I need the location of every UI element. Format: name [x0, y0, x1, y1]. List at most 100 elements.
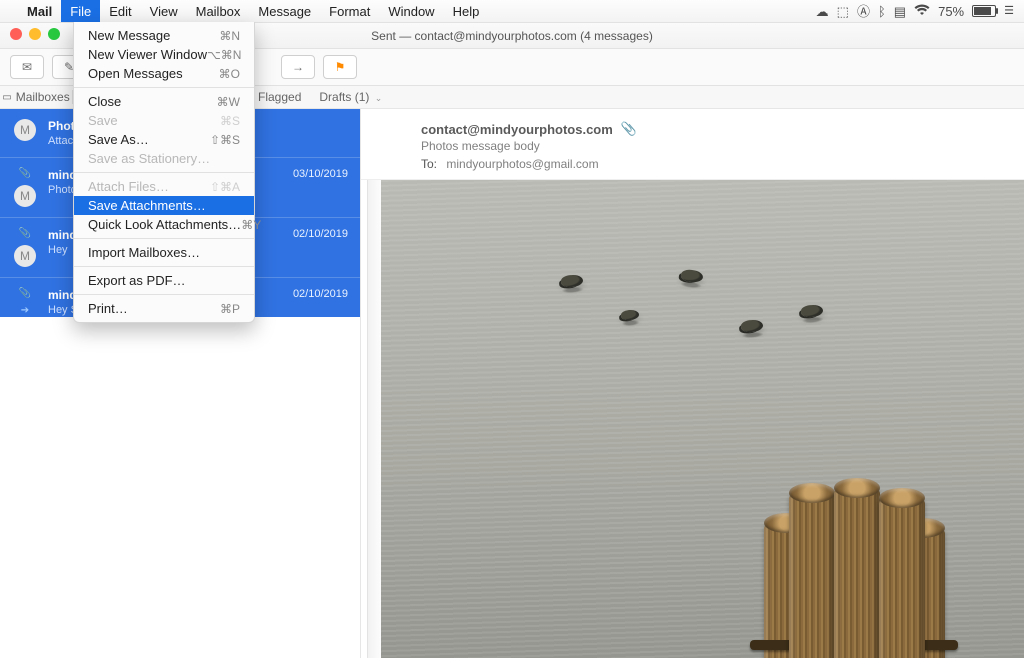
menu-item-label: Quick Look Attachments…	[88, 217, 241, 232]
apple-menu-icon[interactable]	[0, 0, 18, 22]
filter-flagged[interactable]: Flagged	[258, 90, 301, 104]
menu-item-label: Save Attachments…	[88, 198, 206, 213]
creative-cloud-icon[interactable]: Ⓐ	[857, 5, 870, 18]
menu-separator	[74, 266, 254, 267]
window-minimize-button[interactable]	[29, 28, 41, 40]
image-pilings	[754, 468, 954, 658]
menubar-item-help[interactable]: Help	[444, 0, 489, 22]
message-date: 03/10/2019	[278, 168, 348, 207]
attachment-icon: 📎	[19, 228, 31, 239]
menubar-left: Mail File Edit View Mailbox Message Form…	[0, 0, 488, 22]
menu-item-shortcut: ⌘Y	[241, 218, 261, 232]
image-duck	[561, 274, 584, 288]
menu-item-shortcut: ⌘N	[219, 29, 240, 43]
menubar-item-mailbox[interactable]: Mailbox	[187, 0, 250, 22]
image-duck	[801, 304, 824, 318]
menu-item-import-mailboxes[interactable]: Import Mailboxes…	[74, 243, 254, 262]
message-list-empty-area	[0, 317, 360, 658]
macos-menubar: Mail File Edit View Mailbox Message Form…	[0, 0, 1024, 23]
menu-separator	[74, 238, 254, 239]
wifi-icon[interactable]	[914, 4, 930, 18]
menu-item-label: Save As…	[88, 132, 149, 147]
menu-item-label: Save as Stationery…	[88, 151, 210, 166]
mailboxes-label: Mailboxes	[16, 90, 70, 104]
mailboxes-button[interactable]: ▭ Mailboxes	[0, 90, 73, 104]
menu-separator	[74, 172, 254, 173]
dropbox-icon[interactable]: ⬚	[837, 5, 849, 18]
menu-separator	[74, 294, 254, 295]
reader-from: contact@mindyourphotos.com	[421, 122, 613, 137]
menu-item-label: Attach Files…	[88, 179, 169, 194]
avatar: M	[14, 185, 36, 207]
displays-icon[interactable]: ▤	[894, 5, 906, 18]
menu-item-shortcut: ⌘O	[219, 67, 240, 81]
menu-item-shortcut: ⌘S	[220, 114, 240, 128]
avatar: M	[14, 119, 36, 141]
chevron-down-icon: ⌄	[375, 93, 383, 103]
menubar-item-window[interactable]: Window	[379, 0, 443, 22]
menu-item-label: New Viewer Window	[88, 47, 207, 62]
battery-icon[interactable]	[972, 5, 996, 17]
menu-item-label: Print…	[88, 301, 128, 316]
message-reader: contact@mindyourphotos.com 📎 Photos mess…	[360, 109, 1024, 658]
reader-to: mindyourphotos@gmail.com	[446, 157, 598, 171]
forward-button[interactable]: →	[281, 55, 315, 79]
image-duck	[621, 309, 640, 321]
menu-item-save-as-stationery: Save as Stationery…	[74, 149, 254, 168]
menu-item-new-viewer-window[interactable]: New Viewer Window⌥⌘N	[74, 45, 254, 64]
cloud-icon[interactable]: ☁	[816, 5, 829, 18]
menubar-item-message[interactable]: Message	[249, 0, 320, 22]
menu-item-label: Close	[88, 94, 121, 109]
menu-item-new-message[interactable]: New Message ⌘N	[74, 26, 254, 45]
message-row-indicators: 📎M	[12, 228, 38, 267]
attachment-icon: 📎	[621, 121, 637, 137]
menu-item-save-as[interactable]: Save As… ⇧⌘S	[74, 130, 254, 149]
reader-to-label: To:	[421, 157, 437, 171]
menubar-item-mail[interactable]: Mail	[18, 0, 61, 22]
reply-indicator-icon: ➔	[21, 305, 29, 316]
reader-header: contact@mindyourphotos.com 📎 Photos mess…	[361, 109, 1024, 180]
file-menu-dropdown: New Message⌘NNew Viewer Window⌥⌘NOpen Me…	[73, 22, 255, 323]
image-duck	[680, 269, 703, 283]
menubar-item-view[interactable]: View	[141, 0, 187, 22]
window-zoom-button[interactable]	[48, 28, 60, 40]
message-date: 02/10/2019	[278, 228, 348, 267]
inbox-button[interactable]: ✉	[10, 55, 44, 79]
menu-separator	[74, 87, 254, 88]
message-row-indicators: 📎M	[12, 168, 38, 207]
menubar-item-file[interactable]: File	[61, 0, 100, 22]
avatar: M	[14, 245, 36, 267]
window-title: Sent — contact@mindyourphotos.com (4 mes…	[371, 29, 653, 43]
menu-item-export-as-pdf[interactable]: Export as PDF…	[74, 271, 254, 290]
menu-item-label: New Message	[88, 28, 170, 43]
menu-item-label: Open Messages	[88, 66, 183, 81]
menu-item-quick-look-attachments[interactable]: Quick Look Attachments…⌘Y	[74, 215, 254, 234]
mailboxes-icon: ▭	[2, 92, 11, 103]
menu-item-label: Save	[88, 113, 118, 128]
menubar-item-edit[interactable]: Edit	[100, 0, 140, 22]
window-close-button[interactable]	[10, 28, 22, 40]
menu-item-label: Export as PDF…	[88, 273, 186, 288]
flag-button[interactable]: ⚑	[323, 55, 357, 79]
spotlight-icon[interactable]: ☰	[1004, 6, 1014, 17]
reader-image-body	[381, 180, 1024, 658]
menu-item-shortcut: ⌥⌘N	[207, 48, 242, 62]
menu-item-shortcut: ⇧⌘A	[210, 180, 240, 194]
bluetooth-icon[interactable]: ᛒ	[878, 5, 886, 18]
filter-drafts[interactable]: Drafts (1) ⌄	[319, 90, 382, 104]
battery-percent-label: 75%	[938, 4, 964, 19]
reader-subject: Photos message body	[421, 139, 1002, 153]
menu-item-label: Import Mailboxes…	[88, 245, 200, 260]
menu-item-save-attachments[interactable]: Save Attachments…	[74, 196, 254, 215]
menu-item-close[interactable]: Close⌘W	[74, 92, 254, 111]
attachment-icon: 📎	[19, 168, 31, 179]
filter-drafts-label: Drafts (1)	[319, 90, 369, 104]
message-row-indicators: M	[12, 119, 38, 147]
menu-item-shortcut: ⇧⌘S	[210, 133, 240, 147]
menu-item-shortcut: ⌘P	[220, 302, 240, 316]
menu-item-open-messages[interactable]: Open Messages ⌘O	[74, 64, 254, 83]
menubar-item-format[interactable]: Format	[320, 0, 379, 22]
message-date	[278, 119, 348, 147]
menu-item-attach-files: Attach Files… ⇧⌘A	[74, 177, 254, 196]
menu-item-print[interactable]: Print… ⌘P	[74, 299, 254, 318]
